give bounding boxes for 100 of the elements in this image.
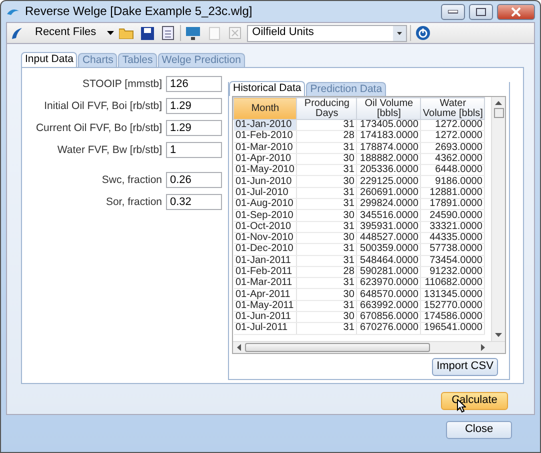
table-cell: 174586.0000 [420, 312, 485, 323]
save-icon[interactable] [138, 24, 156, 42]
table-cell: 30 [296, 176, 357, 188]
table-cell: 01-Apr-2011 [234, 288, 297, 300]
table-cell: 30 [296, 312, 357, 323]
table-cell: 188882.0000 [356, 153, 421, 165]
table-cell: 28 [296, 266, 357, 278]
table-cell: 01-Sep-2010 [234, 210, 297, 222]
close-icon [511, 6, 521, 16]
table-cell: 173405.0000 [356, 120, 421, 131]
table-cell: 663992.0000 [356, 300, 421, 312]
scroll-left-icon[interactable] [237, 344, 241, 351]
scroll-right-icon[interactable] [481, 344, 485, 351]
table-cell: 31 [296, 120, 357, 131]
field-label: Initial Oil FVF, Boi [rb/stb] [44, 100, 162, 112]
scroll-thumb[interactable] [494, 108, 504, 118]
tab[interactable]: Historical Data [229, 81, 306, 96]
input-field[interactable]: 1.29 [166, 120, 222, 136]
tab[interactable]: Input Data [21, 52, 78, 67]
table-cell: 01-Aug-2010 [234, 198, 297, 210]
table-cell: 01-Apr-2010 [234, 153, 297, 165]
table-cell: 131345.0000 [420, 288, 485, 300]
table-cell: 31 [296, 278, 357, 289]
table-cell: 31 [296, 142, 357, 154]
table-cell: 623970.0000 [356, 278, 421, 289]
field-label: Sor, fraction [106, 196, 162, 208]
table-cell: 01-Jan-2011 [234, 255, 297, 266]
close-dialog-button[interactable]: Close [446, 421, 512, 439]
table-cell: 299824.0000 [356, 198, 421, 210]
table-cell: 205336.0000 [356, 164, 421, 176]
table-cell: 448527.0000 [356, 232, 421, 244]
table-cell: 91232.0000 [420, 266, 485, 278]
minimize-icon [448, 10, 458, 14]
input-field[interactable]: 0.32 [166, 194, 222, 210]
horizontal-scrollbar[interactable] [233, 341, 505, 353]
table-cell: 590281.0000 [356, 266, 421, 278]
column-header[interactable]: Producing Days [296, 98, 357, 120]
input-field[interactable]: 1 [166, 142, 222, 158]
maximize-icon [476, 8, 486, 16]
column-header[interactable]: Month [234, 98, 297, 120]
table-cell: 31 [296, 221, 357, 232]
table-cell: 31 [296, 164, 357, 176]
scroll-thumb[interactable] [245, 343, 430, 352]
field-label: Current Oil FVF, Bo [rb/stb] [36, 122, 162, 134]
table-cell: 31 [296, 187, 357, 199]
import-csv-button[interactable]: Import CSV [432, 358, 498, 376]
power-icon[interactable] [414, 24, 432, 42]
scroll-up-icon[interactable] [495, 101, 502, 105]
table-cell: 648570.0000 [356, 288, 421, 300]
field-label: STOOIP [mmstb] [82, 78, 162, 90]
table-cell: 2693.0000 [420, 142, 485, 154]
table-cell: 174183.0000 [356, 130, 421, 142]
table-cell: 345516.0000 [356, 210, 421, 222]
scroll-down-icon[interactable] [495, 333, 502, 337]
table-cell: 670276.0000 [356, 322, 421, 334]
recent-files-button[interactable]: Recent Files [27, 24, 104, 42]
table-cell: 24590.0000 [420, 210, 485, 222]
table-cell: 31 [296, 198, 357, 210]
units-dropdown[interactable]: Oilfield Units [247, 24, 408, 42]
caret-icon[interactable] [107, 31, 114, 35]
column-header[interactable]: Oil Volume [bbls] [356, 98, 421, 120]
table-cell: 1272.0000 [420, 120, 485, 131]
close-button[interactable] [497, 4, 535, 20]
app-menu-icon[interactable] [10, 26, 24, 40]
units-value: Oilfield Units [251, 26, 315, 40]
field-label: Water FVF, Bw [rb/stb] [57, 144, 162, 156]
table-cell: 30 [296, 288, 357, 300]
table-cell: 01-Jan-2010 [234, 120, 297, 131]
column-header[interactable]: Water Volume [bbls] [420, 98, 485, 120]
table-cell: 30 [296, 153, 357, 165]
vertical-scrollbar[interactable] [491, 97, 505, 341]
input-field[interactable]: 1.29 [166, 98, 222, 114]
input-field[interactable]: 126 [166, 76, 222, 92]
caret-icon[interactable] [393, 26, 406, 40]
table-cell: 260691.0000 [356, 187, 421, 199]
table-cell: 548464.0000 [356, 255, 421, 266]
table-cell: 01-Mar-2011 [234, 278, 297, 289]
table-cell: 57738.0000 [420, 244, 485, 256]
table-cell: 73454.0000 [420, 255, 485, 266]
window-title: Reverse Welge [Dake Example 5_23c.wlg] [25, 4, 252, 19]
monitor-icon[interactable] [184, 24, 202, 42]
table-cell: 31 [296, 300, 357, 312]
table-cell: 01-Jul-2011 [234, 322, 297, 334]
table-cell: 395931.0000 [356, 221, 421, 232]
table-cell: 01-Jun-2010 [234, 176, 297, 188]
table-cell: 01-May-2010 [234, 164, 297, 176]
input-field[interactable]: 0.26 [166, 172, 222, 188]
table-cell: 1272.0000 [420, 130, 485, 142]
table-cell: 30 [296, 232, 357, 244]
table-cell: 33321.0000 [420, 221, 485, 232]
table-cell: 12881.0000 [420, 187, 485, 199]
maximize-button[interactable] [469, 4, 493, 20]
table-cell: 01-Jun-2011 [234, 312, 297, 323]
table-cell: 6448.0000 [420, 164, 485, 176]
calculate-button[interactable]: Calculate [441, 392, 508, 410]
minimize-button[interactable] [441, 4, 465, 20]
table-cell: 28 [296, 130, 357, 142]
table-cell: 31 [296, 322, 357, 334]
table-cell: 229125.0000 [356, 176, 421, 188]
field-label: Swc, fraction [102, 174, 162, 186]
